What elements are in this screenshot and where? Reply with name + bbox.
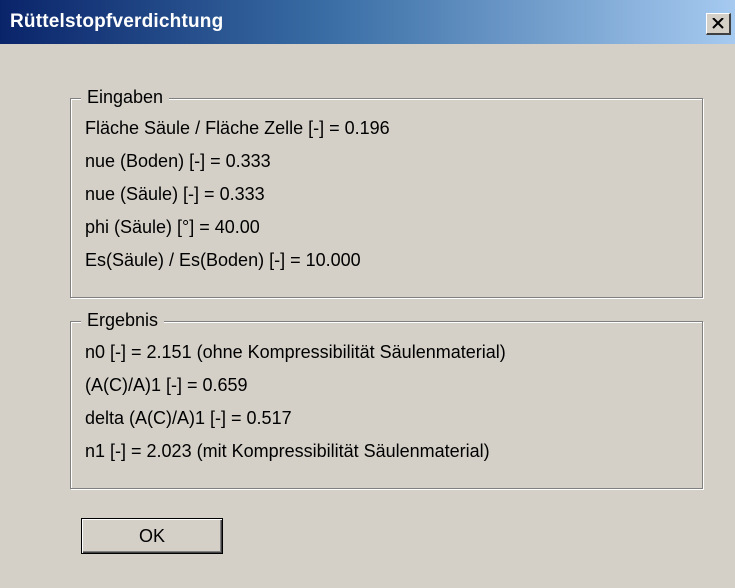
close-button[interactable] [706, 13, 731, 35]
close-icon [712, 18, 724, 29]
results-group-legend: Ergebnis [81, 310, 165, 331]
result-area-ratio-1: (A(C)/A)1 [-] = 0.659 [85, 375, 248, 395]
input-area-ratio: Fläche Säule / Fläche Zelle [-] = 0.196 [85, 118, 390, 138]
inputs-group: Eingaben Fläche Säule / Fläche Zelle [-]… [70, 87, 703, 298]
result-n0: n0 [-] = 2.151 (ohne Kompressibilität Sä… [85, 342, 506, 362]
input-nue-column: nue (Säule) [-] = 0.333 [85, 184, 265, 204]
results-group: Ergebnis n0 [-] = 2.151 (ohne Kompressib… [70, 310, 703, 489]
input-nue-soil: nue (Boden) [-] = 0.333 [85, 151, 271, 171]
title-bar[interactable]: Rüttelstopfverdichtung [0, 0, 735, 44]
input-modulus-ratio: Es(Säule) / Es(Boden) [-] = 10.000 [85, 250, 361, 270]
window-title: Rüttelstopfverdichtung [10, 11, 224, 32]
dialog-window: Rüttelstopfverdichtung Eingaben Fläche S… [0, 0, 735, 588]
inputs-group-legend: Eingaben [81, 87, 170, 108]
ok-button[interactable]: OK [81, 518, 223, 554]
input-phi-column: phi (Säule) [°] = 40.00 [85, 217, 260, 237]
result-n1: n1 [-] = 2.023 (mit Kompressibilität Säu… [85, 441, 490, 461]
result-delta-area-ratio: delta (A(C)/A)1 [-] = 0.517 [85, 408, 292, 428]
